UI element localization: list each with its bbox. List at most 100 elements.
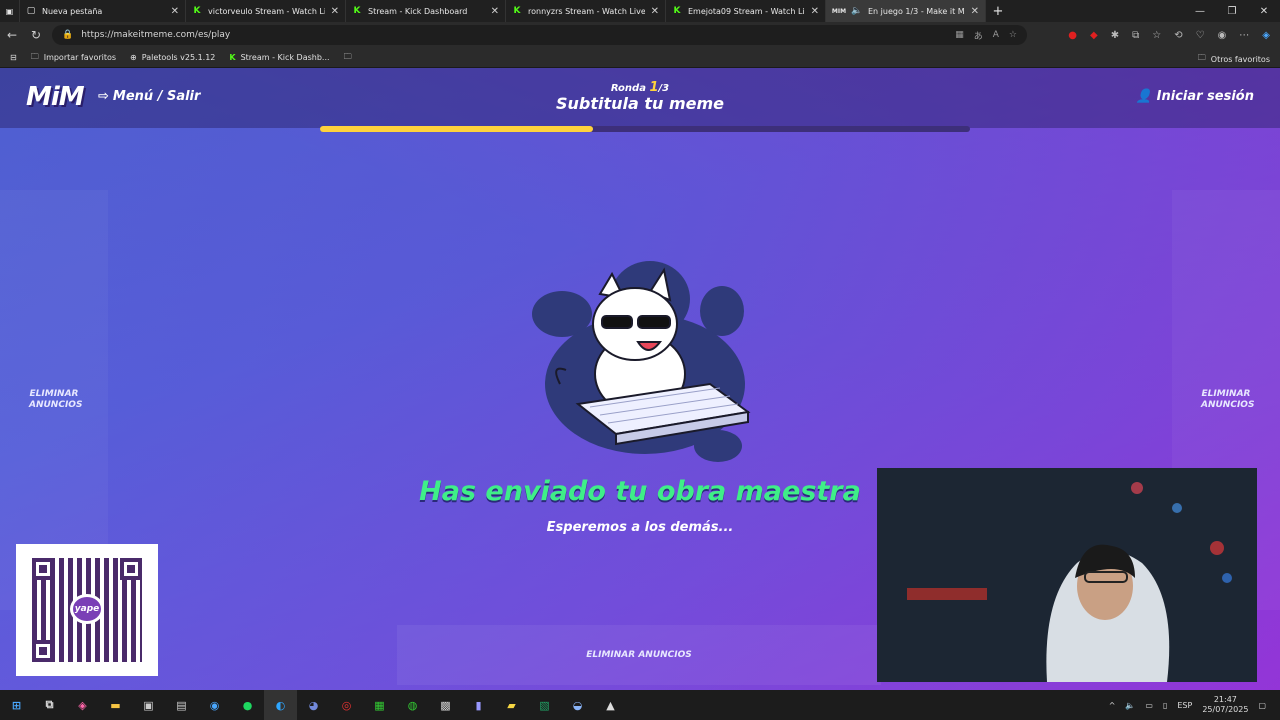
more-menu-icon[interactable]: ⋯ [1239, 30, 1249, 41]
url-field[interactable]: 🔒 https://makeitmeme.com/es/play ▦ あ A ☆ [52, 25, 1027, 45]
translate-icon[interactable]: あ [974, 29, 983, 42]
minimize-icon[interactable]: — [1184, 0, 1216, 22]
xbox-icon[interactable]: ◍ [396, 690, 429, 720]
discord-icon[interactable]: ◕ [297, 690, 330, 720]
clock-date: 25/07/2025 [1202, 705, 1249, 714]
extension-adblock-icon[interactable]: ◆ [1090, 30, 1098, 41]
premiere-icon[interactable]: ▮ [462, 690, 495, 720]
maximize-icon[interactable]: ❐ [1216, 0, 1248, 22]
epic-games-icon[interactable]: ▲ [594, 690, 627, 720]
round-prefix: Ronda [610, 83, 650, 94]
bookmark-kick-dashboard[interactable]: K Stream - Kick Dashb... [229, 53, 329, 62]
notifications-icon[interactable]: ▢ [1258, 701, 1266, 710]
back-icon[interactable]: ← [0, 28, 24, 42]
extension-red-icon[interactable]: ● [1068, 30, 1077, 41]
tab-5[interactable]: K Emejota09 Stream - Watch Live o ✕ [666, 0, 826, 22]
address-bar-row: ← ↻ 🔒 https://makeitmeme.com/es/play ▦ あ… [0, 22, 1280, 48]
globe-icon: ⊕ [130, 53, 137, 62]
kick-icon: K [513, 6, 521, 16]
round-total: /3 [658, 83, 670, 94]
other-favorites[interactable]: 🗀 Otros favoritos [1198, 52, 1270, 66]
store-icon[interactable]: ▣ [132, 690, 165, 720]
kick-icon: K [229, 53, 236, 62]
start-icon[interactable]: ⊞ [0, 690, 33, 720]
close-icon[interactable]: ✕ [811, 6, 819, 17]
read-aloud-icon[interactable]: A [993, 30, 999, 40]
remove-ads-label: ELIMINAR ANUNCIOS [586, 650, 692, 660]
webcam-feed [877, 468, 1257, 682]
user-icon: 👤 [1135, 89, 1152, 104]
split-screen-icon[interactable]: ⧉ [1132, 30, 1139, 41]
close-icon[interactable]: ✕ [331, 6, 339, 17]
app-available-icon[interactable]: ▦ [955, 30, 964, 40]
bookmark-import[interactable]: 🗀 Importar favoritos [31, 51, 116, 65]
copilot-taskbar-icon[interactable]: ◈ [66, 690, 99, 720]
bookmarks-bar: ⊟ 🗀 Importar favoritos ⊕ Paletools v25.1.1… [0, 48, 1280, 68]
login-button[interactable]: 👤 Iniciar sesión [1135, 89, 1254, 104]
remove-ads-label: ELIMINAR ANUNCIOS [29, 389, 83, 410]
clock[interactable]: 21:47 25/07/2025 [1202, 695, 1248, 715]
excel-icon[interactable]: ▧ [528, 690, 561, 720]
remove-ads-bottom[interactable]: ELIMINAR ANUNCIOS [397, 625, 881, 685]
bookmark-paletools[interactable]: ⊕ Paletools v25.1.12 [130, 53, 215, 62]
lock-icon[interactable]: 🔒 [62, 30, 73, 40]
kick-icon: K [673, 6, 681, 16]
favorites-icon[interactable]: ☆ [1152, 30, 1161, 41]
browser-essentials-icon[interactable]: ♡ [1196, 30, 1205, 41]
qr-finder [120, 558, 142, 580]
folder-icon: 🗀 [1197, 53, 1206, 62]
speaker-icon[interactable]: 🔈 [1125, 701, 1135, 710]
browser-tab-bar: ▣ ▢ Nueva pestaña ✕ K victorveulo Stream… [0, 0, 1280, 22]
close-icon[interactable]: ✕ [971, 6, 979, 17]
game-page: MiM ⇨ Menú / Salir Ronda 1/3 Subtitula t… [0, 68, 1280, 690]
speaker-icon: 🔈 [851, 6, 863, 16]
chevron-up-icon[interactable]: ^ [1109, 701, 1116, 710]
obs-icon[interactable]: ▩ [429, 690, 462, 720]
task-view-icon[interactable]: ⧉ [33, 690, 66, 720]
close-icon[interactable]: ✕ [171, 6, 179, 17]
history-icon[interactable]: ⟲ [1174, 30, 1182, 41]
spotify-icon[interactable]: ● [231, 690, 264, 720]
tab-6-active[interactable]: MIM 🔈 En juego 1/3 - Make it Meme ✕ [826, 0, 986, 22]
url-text: https://makeitmeme.com/es/play [81, 30, 231, 40]
tab-title: Nueva pestaña [42, 6, 103, 16]
tab-2[interactable]: K victorveulo Stream - Watch Live o ✕ [186, 0, 346, 22]
steam-icon[interactable]: ◒ [561, 690, 594, 720]
new-tab-button[interactable]: + [986, 0, 1010, 22]
tab-3[interactable]: K Stream - Kick Dashboard ✕ [346, 0, 506, 22]
folder-icon[interactable]: 🗀 [344, 51, 352, 65]
close-window-icon[interactable]: ✕ [1248, 0, 1280, 22]
file-explorer-icon[interactable]: ▬ [99, 690, 132, 720]
plus-icon: + [992, 3, 1004, 19]
yape-logo: yape [70, 594, 104, 624]
windows-taskbar: ⊞ ⧉ ◈ ▬ ▣ ▤ ◉ ● ◐ ◕ ◎ ▦ ◍ ▩ ▮ ▰ ▧ ◒ ▲ ^ … [0, 690, 1280, 720]
profile-avatar-icon[interactable]: ◉ [1218, 30, 1227, 41]
yape-qr-code: yape [16, 544, 158, 676]
window-icon: ▣ [5, 6, 14, 16]
favorite-star-icon[interactable]: ☆ [1009, 30, 1017, 40]
edge-icon[interactable]: ◐ [264, 690, 297, 720]
language-indicator[interactable]: ESP [1177, 701, 1192, 710]
app-icon[interactable]: ▤ [165, 690, 198, 720]
extension-puzzle-icon[interactable]: ✱ [1111, 30, 1119, 41]
remove-ads-label: ELIMINAR ANUNCIOS [1201, 389, 1255, 410]
tab-1[interactable]: ▢ Nueva pestaña ✕ [20, 0, 186, 22]
app-green-icon[interactable]: ▦ [363, 690, 396, 720]
tab-actions-button[interactable]: ▣ [0, 0, 20, 22]
cat-typing-illustration [532, 261, 751, 462]
copilot-icon[interactable]: ◈ [1262, 30, 1270, 41]
close-icon[interactable]: ✕ [651, 6, 659, 17]
bookmark-label: Paletools v25.1.12 [141, 53, 216, 62]
app-blue-icon[interactable]: ◉ [198, 690, 231, 720]
chrome-icon[interactable]: ◎ [330, 690, 363, 720]
battery-icon[interactable]: ▯ [1163, 701, 1167, 710]
tab-4[interactable]: K ronnyzrs Stream - Watch Live on K ✕ [506, 0, 666, 22]
network-icon[interactable]: ▭ [1145, 701, 1153, 710]
tab-title: En juego 1/3 - Make it Meme [868, 6, 965, 16]
refresh-icon[interactable]: ↻ [24, 28, 48, 42]
reading-icon[interactable]: ⊟ [10, 53, 17, 62]
notes-icon[interactable]: ▰ [495, 690, 528, 720]
round-indicator: Ronda 1/3 [0, 80, 1280, 95]
close-icon[interactable]: ✕ [491, 6, 499, 17]
clock-time: 21:47 [1213, 695, 1237, 704]
